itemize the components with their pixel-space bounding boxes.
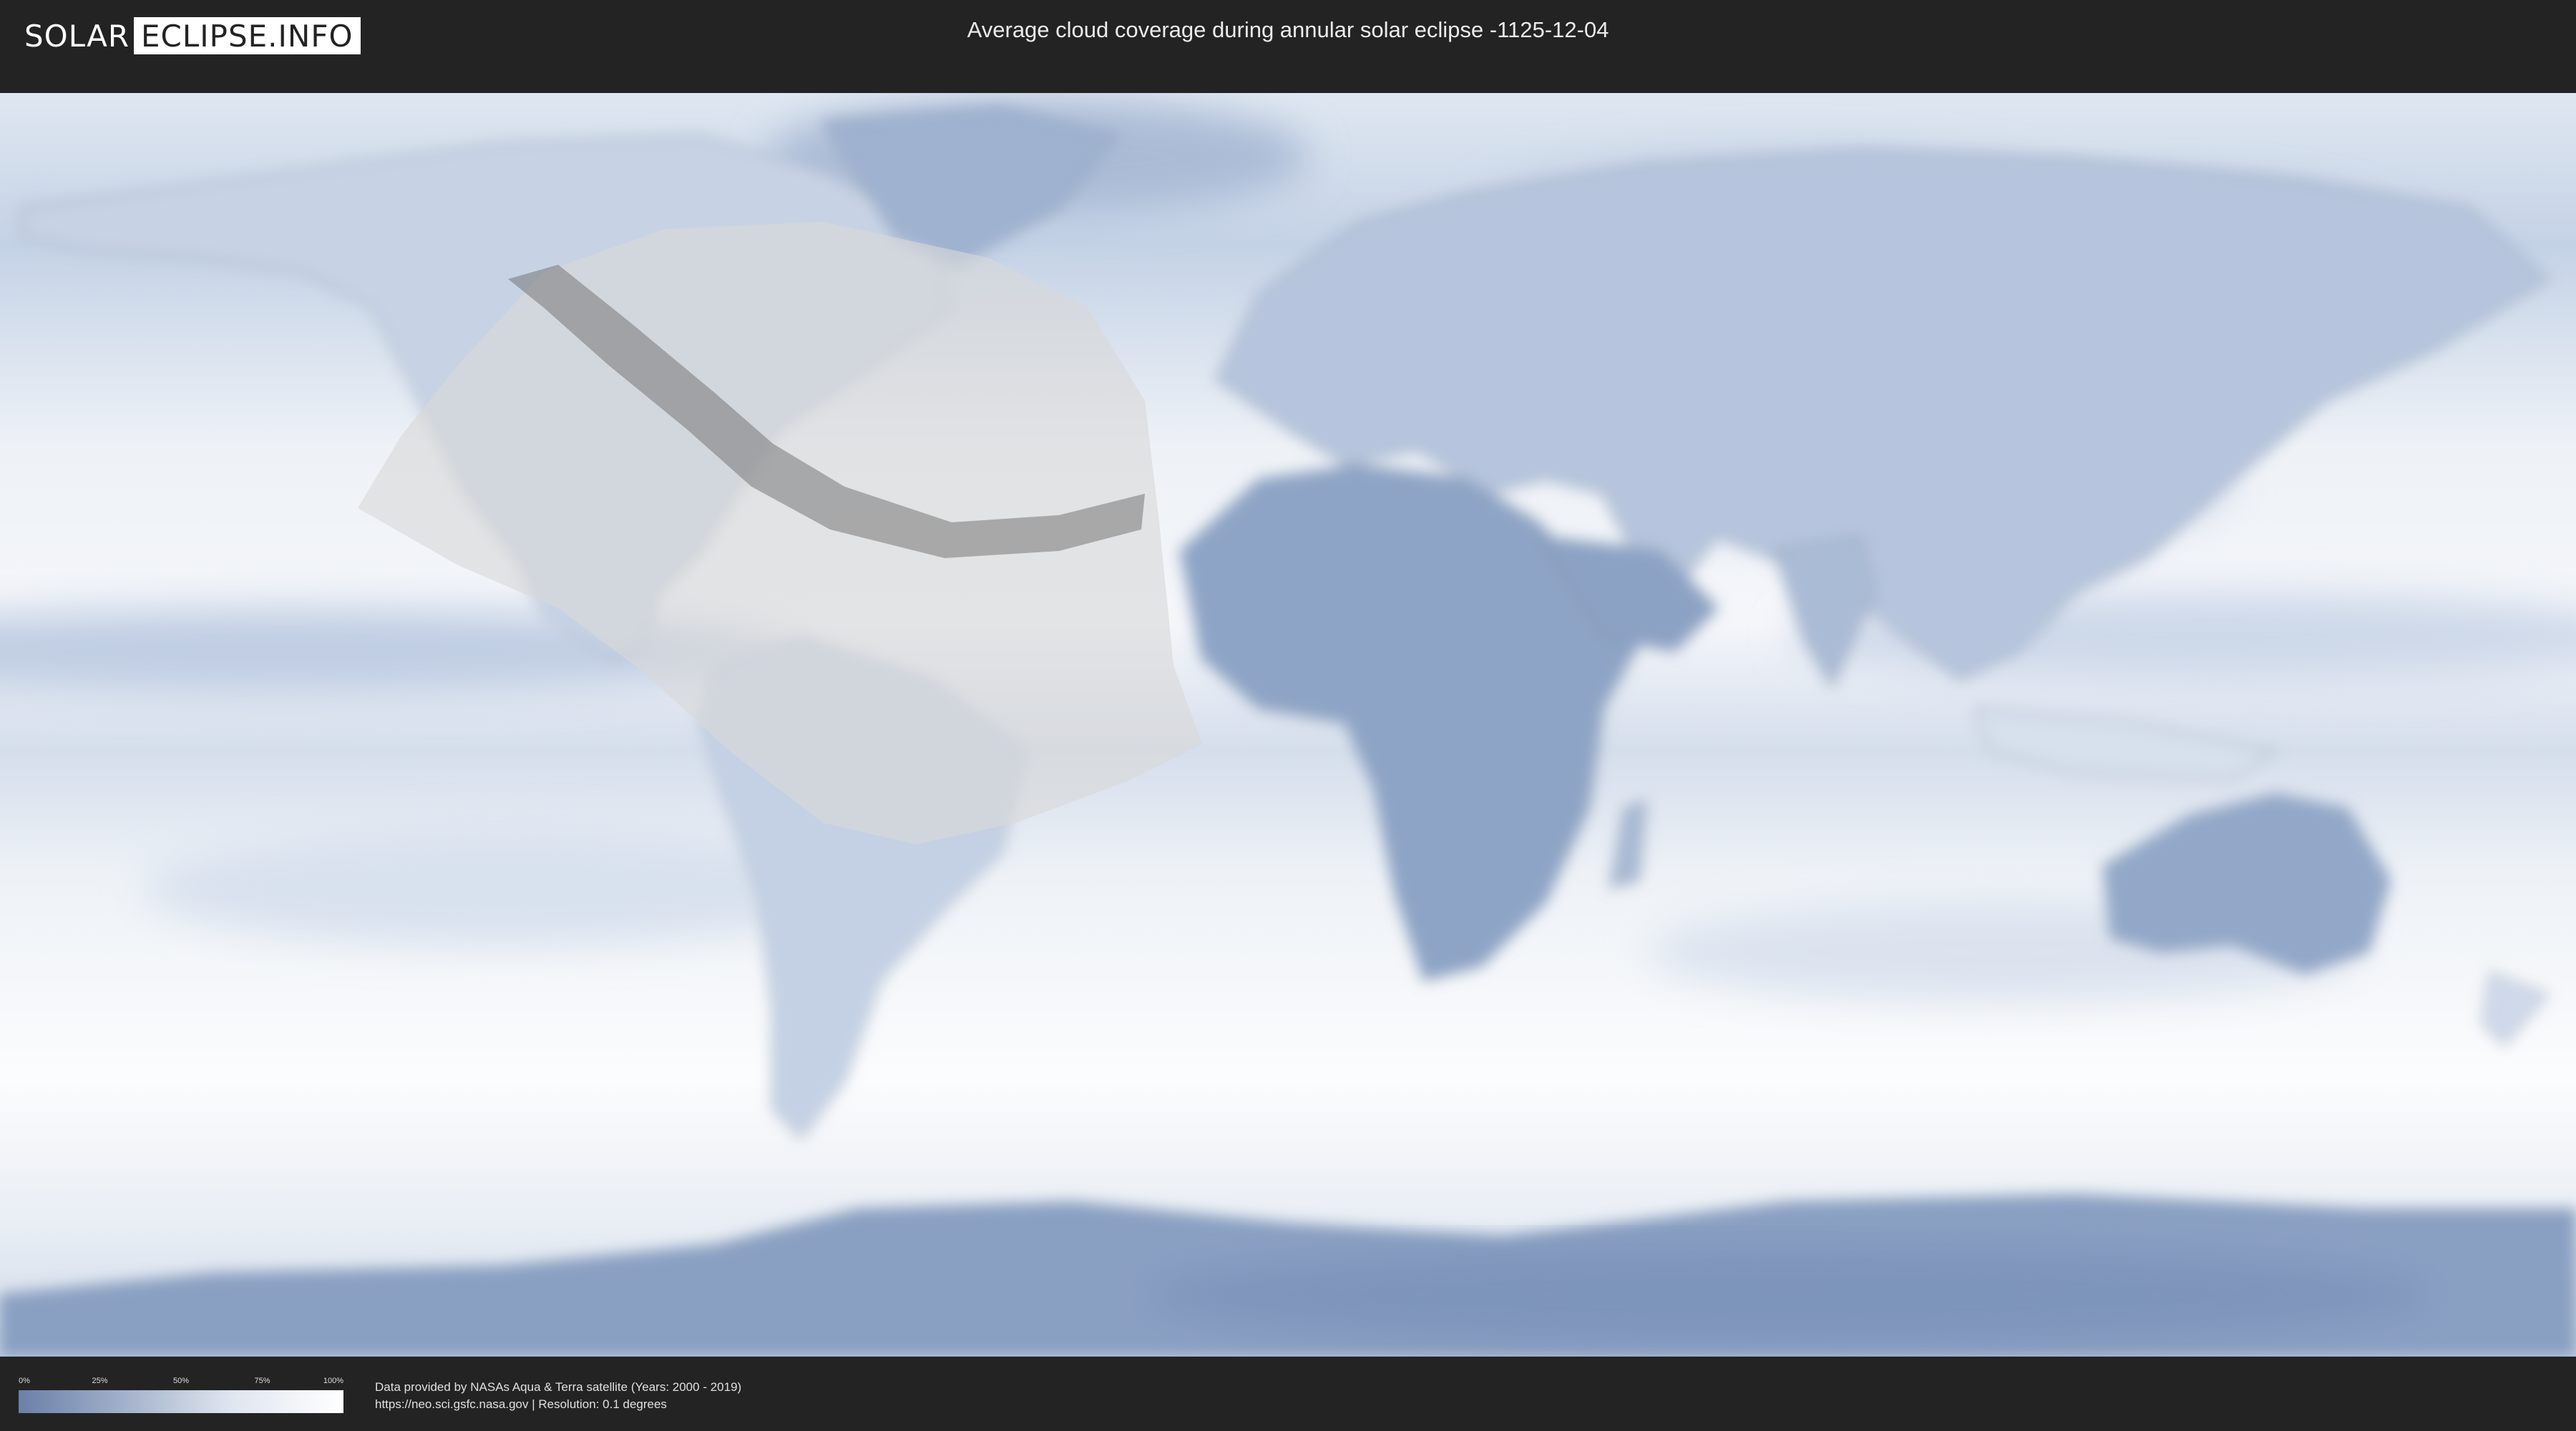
scale-label-100: 100% xyxy=(323,1377,343,1385)
page-title: Average cloud coverage during annular so… xyxy=(967,17,1609,42)
footer-bar xyxy=(0,1359,2576,1431)
coverage-scale-labels: 0% 25% 50% 75% 100% xyxy=(19,1377,343,1387)
scale-label-25: 25% xyxy=(92,1377,108,1385)
scale-label-50: 50% xyxy=(172,1377,190,1385)
scale-label-75: 75% xyxy=(254,1377,270,1385)
coverage-color-scale xyxy=(19,1390,343,1413)
cloud-coverage-map[interactable] xyxy=(0,93,2576,1357)
scale-label-0: 0% xyxy=(19,1377,30,1385)
data-source-line: https://neo.sci.gsfc.nasa.gov | Resoluti… xyxy=(375,1397,667,1411)
header-bar: SOLAR ECLIPSE.INFO Average cloud coverag… xyxy=(0,0,2576,72)
data-credit-line: Data provided by NASAs Aqua & Terra sate… xyxy=(375,1380,742,1394)
